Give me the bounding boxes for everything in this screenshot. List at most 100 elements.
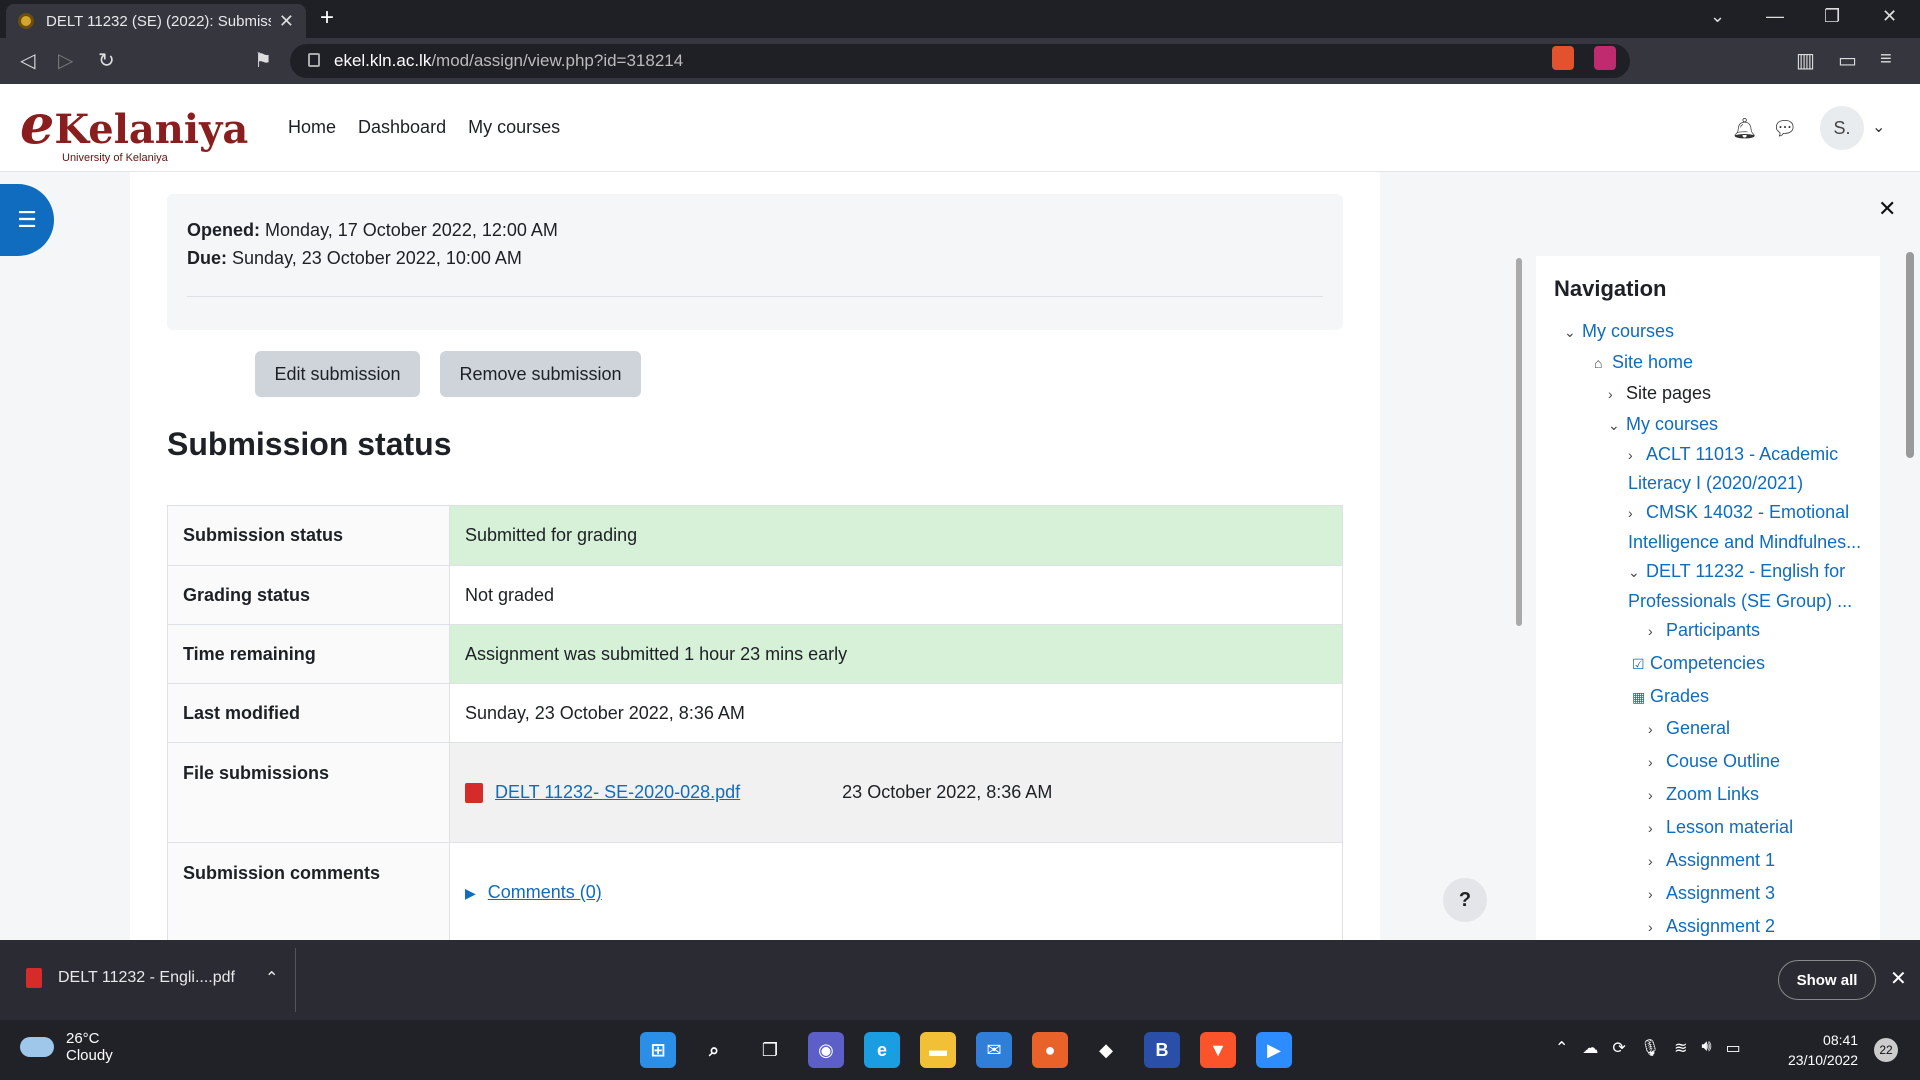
chevron-up-icon[interactable]: ⌃ (265, 968, 278, 988)
back-icon[interactable]: ◁ (20, 48, 35, 73)
nav-item-general[interactable]: › General (1554, 712, 1862, 745)
nav-item-assignment-2[interactable]: › Assignment 2 (1554, 910, 1862, 940)
last-modified-value: Sunday, 23 October 2022, 8:36 AM (449, 683, 1343, 743)
task-view-icon[interactable]: ❐ (752, 1032, 788, 1068)
brave-shields-icon[interactable] (1552, 46, 1574, 70)
nav-item-aclt[interactable]: › ACLT 11013 - Academic (1554, 440, 1862, 469)
chat-icon[interactable]: ◉ (808, 1032, 844, 1068)
dropbox-icon[interactable]: ◆ (1088, 1032, 1124, 1068)
pdf-file-icon (26, 968, 42, 988)
date: 23/10/2022 (1788, 1052, 1859, 1068)
expand-triangle-icon[interactable]: ▶ (465, 885, 476, 901)
time-remaining-label: Time remaining (167, 624, 450, 684)
new-tab-icon[interactable]: + (320, 4, 334, 32)
search-icon[interactable]: ⌕ (696, 1032, 732, 1068)
nav-item-my-courses[interactable]: ⌄ My courses (1554, 316, 1862, 347)
microphone-icon[interactable]: 🎙︎ (1640, 1038, 1660, 1058)
nav-my-courses[interactable]: My courses (468, 117, 560, 138)
url-path: /mod/assign/view.php?id=318214 (431, 51, 684, 70)
help-button[interactable]: ? (1443, 878, 1487, 922)
battery-icon[interactable]: ▭ (1726, 1038, 1741, 1058)
nav-item-assignment-3[interactable]: › Assignment 3 (1554, 877, 1862, 910)
nav-item-my-courses-sub[interactable]: ⌄ My courses (1554, 409, 1862, 440)
due-value: Sunday, 23 October 2022, 10:00 AM (232, 248, 522, 268)
nav-item-aclt-cont[interactable]: Literacy I (2020/2021) (1554, 469, 1862, 497)
menu-icon[interactable]: ≡ (1880, 48, 1892, 71)
minimize-icon[interactable]: — (1766, 6, 1784, 27)
onedrive-icon[interactable]: ☁ (1582, 1038, 1598, 1058)
table-row: Last modified Sunday, 23 October 2022, 8… (167, 683, 1343, 743)
nav-item-competencies[interactable]: ☑ Competencies (1554, 646, 1862, 681)
nav-item-zoom-links[interactable]: › Zoom Links (1554, 778, 1862, 811)
nav-item-cmsk[interactable]: › CMSK 14032 - Emotional (1554, 497, 1862, 528)
temperature: 26°C (66, 1030, 100, 1047)
primary-nav: Home Dashboard My courses (288, 117, 560, 138)
restore-icon[interactable]: ❐ (1824, 6, 1840, 27)
wifi-icon[interactable]: ≋ (1674, 1038, 1687, 1058)
reload-icon[interactable]: ↻ (98, 48, 115, 73)
tab-title: DELT 11232 (SE) (2022): Submissio (46, 12, 271, 30)
nav-item-site-home[interactable]: ⌂ Site home (1554, 347, 1862, 378)
comments-link[interactable]: Comments (0) (488, 882, 602, 902)
show-all-button[interactable]: Show all (1778, 960, 1876, 1000)
chevron-down-icon: ⌄ (1564, 324, 1576, 340)
chevron-up-icon[interactable]: ⌃ (1555, 1038, 1568, 1058)
user-avatar[interactable]: S. (1820, 106, 1864, 150)
time: 08:41 (1823, 1032, 1859, 1048)
chevron-right-icon: › (1648, 754, 1653, 770)
close-download-bar-icon[interactable]: ✕ (1890, 966, 1907, 991)
content-scrollbar[interactable] (1516, 258, 1522, 626)
nav-item-cmsk-cont[interactable]: Intelligence and Mindfulnes... (1554, 528, 1862, 556)
forward-icon[interactable]: ▷ (58, 48, 73, 73)
ekelaniya-logo[interactable]: eKelaniya University of Kelaniya (20, 92, 248, 164)
close-tab-icon[interactable]: ✕ (279, 11, 294, 32)
nav-dashboard[interactable]: Dashboard (358, 117, 446, 138)
file-link[interactable]: DELT 11232- SE-2020-028.pdf (495, 782, 740, 803)
edge-icon[interactable]: e (864, 1032, 900, 1068)
chevron-right-icon: › (1648, 721, 1653, 737)
table-icon: ▦ (1632, 689, 1646, 705)
navigation-block: Navigation ⌄ My courses ⌂ Site home › Site … (1536, 256, 1880, 940)
nav-item-delt-cont[interactable]: Professionals (SE Group) ... (1554, 587, 1862, 615)
nav-item-lesson-material[interactable]: › Lesson material (1554, 811, 1862, 844)
wallet-icon[interactable]: ▭ (1838, 48, 1857, 73)
address-toolbar: ◁ ▷ ↻ ⚑ ekel.kln.ac.lk/mod/assign/view.p… (0, 38, 1920, 84)
window-close-icon[interactable]: ✕ (1882, 6, 1897, 27)
drawer-scrollbar[interactable] (1906, 252, 1914, 458)
url-bar[interactable]: ekel.kln.ac.lk/mod/assign/view.php?id=31… (290, 44, 1630, 78)
download-item[interactable]: DELT 11232 - Engli....pdf ⌃ (26, 968, 278, 988)
browser-tab[interactable]: DELT 11232 (SE) (2022): Submissio ✕ (6, 4, 306, 38)
notifications-bell-icon[interactable]: 🔔︎ (1732, 116, 1757, 141)
sync-icon[interactable]: ⟳ (1612, 1038, 1625, 1058)
close-drawer-icon[interactable]: ✕ (1878, 196, 1896, 222)
opened-value: Monday, 17 October 2022, 12:00 AM (265, 220, 558, 240)
site-header: eKelaniya University of Kelaniya Home Da… (0, 84, 1920, 172)
nav-item-couse-outline[interactable]: › Couse Outline (1554, 745, 1862, 778)
nav-item-delt[interactable]: ⌄ DELT 11232 - English for (1554, 556, 1862, 587)
brave-icon[interactable]: ▼ (1200, 1032, 1236, 1068)
sidebar-icon[interactable]: ▥ (1796, 48, 1815, 73)
firefox-icon[interactable]: ● (1032, 1032, 1068, 1068)
submission-comments-value: ▶ Comments (0) (449, 842, 1343, 943)
edit-submission-button[interactable]: Edit submission (255, 351, 420, 397)
user-menu-chevron-down-icon[interactable]: ⌄ (1872, 117, 1885, 137)
weather-widget[interactable]: 26°C Cloudy (20, 1030, 113, 1064)
b-app-icon[interactable]: B (1144, 1032, 1180, 1068)
nav-item-participants[interactable]: › Participants (1554, 615, 1862, 646)
zoom-icon[interactable]: ▶ (1256, 1032, 1292, 1068)
clock[interactable]: 08:41 23/10/2022 (1788, 1030, 1858, 1070)
brave-rewards-icon[interactable] (1594, 46, 1616, 70)
volume-icon[interactable]: 🔊︎ (1702, 1038, 1712, 1058)
nav-item-site-pages[interactable]: › Site pages (1554, 378, 1862, 409)
file-explorer-icon[interactable]: ▬ (920, 1032, 956, 1068)
mail-icon[interactable]: ✉ (976, 1032, 1012, 1068)
bookmark-icon[interactable]: ⚑ (254, 48, 272, 73)
nav-home[interactable]: Home (288, 117, 336, 138)
windows-start-icon[interactable]: ⊞ (640, 1032, 676, 1068)
notification-count-badge[interactable]: 22 (1874, 1038, 1898, 1062)
nav-item-assignment-1[interactable]: › Assignment 1 (1554, 844, 1862, 877)
remove-submission-button[interactable]: Remove submission (440, 351, 641, 397)
tab-search-icon[interactable]: ⌄ (1710, 6, 1725, 27)
nav-item-grades[interactable]: ▦ Grades (1554, 681, 1862, 712)
messages-icon[interactable]: 💬︎ (1772, 116, 1797, 141)
